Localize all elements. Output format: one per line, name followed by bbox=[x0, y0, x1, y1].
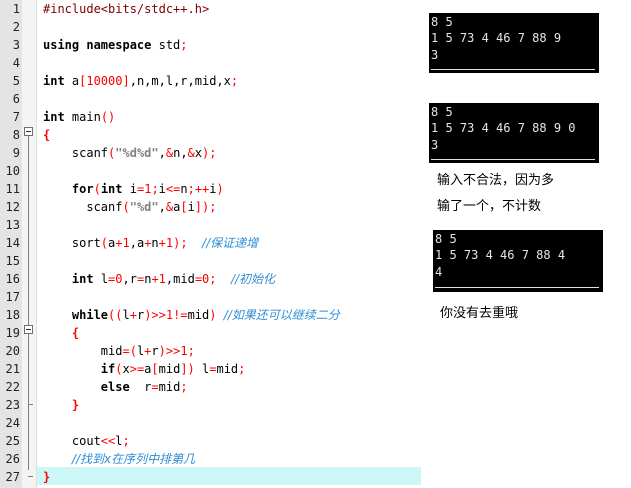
terminal-line: 8 5 bbox=[431, 105, 453, 119]
code-line[interactable]: } bbox=[43, 396, 79, 414]
code-line[interactable]: } bbox=[43, 468, 50, 486]
code-line[interactable]: while((l+r)>>1!=mid) //如果还可以继续二分 bbox=[43, 306, 340, 324]
line-number: 25 bbox=[5, 434, 20, 448]
terminal-line: 4 bbox=[435, 265, 443, 279]
terminal-line: 8 5 bbox=[435, 232, 457, 246]
terminal-line: 3 bbox=[431, 48, 439, 62]
line-number: 16 bbox=[5, 272, 20, 286]
note-no-dedup: 你没有去重哦 bbox=[440, 306, 519, 321]
line-number: 11 bbox=[5, 182, 20, 196]
line-number: 24 bbox=[5, 416, 20, 430]
fold-toggle-main[interactable] bbox=[24, 127, 33, 136]
code-line[interactable]: cout<<l; bbox=[43, 432, 130, 450]
terminal-output-2: 8 5 1 5 73 4 46 7 88 9 0 3 bbox=[429, 103, 599, 163]
code-line[interactable]: for(int i=1;i<=n;++i) bbox=[43, 180, 224, 198]
line-number: 14 bbox=[5, 236, 20, 250]
terminal-line: 1 5 73 4 46 7 88 9 0 bbox=[431, 121, 576, 135]
code-line[interactable]: { bbox=[43, 126, 50, 144]
line-number: 13 bbox=[5, 218, 20, 232]
code-line[interactable]: if(x>=a[mid]) l=mid; bbox=[43, 360, 246, 378]
terminal-line: 1 5 73 4 46 7 88 9 bbox=[431, 31, 562, 45]
terminal-line: 1 5 73 4 46 7 88 4 bbox=[435, 248, 566, 262]
code-line[interactable]: //找到x在序列中排第几 bbox=[43, 450, 195, 468]
line-number: 18 bbox=[5, 308, 20, 322]
line-number: 22 bbox=[5, 380, 20, 394]
line-number: 6 bbox=[12, 92, 20, 106]
terminal-rule bbox=[431, 159, 595, 160]
line-number: 2 bbox=[12, 20, 20, 34]
line-number: 9 bbox=[12, 146, 20, 160]
code-line[interactable]: scanf("%d%d",&n,&x); bbox=[43, 144, 217, 162]
terminal-rule bbox=[435, 287, 599, 288]
line-number: 15 bbox=[5, 254, 20, 268]
code-line[interactable]: int a[10000],n,m,l,r,mid,x; bbox=[43, 72, 238, 90]
code-line[interactable]: mid=(l+r)>>1; bbox=[43, 342, 195, 360]
line-number: 27 bbox=[5, 470, 20, 484]
line-number: 8 bbox=[12, 128, 20, 142]
terminal-output-1: 8 5 1 5 73 4 46 7 88 9 3 bbox=[429, 13, 599, 73]
note-invalid-input-line1: 输入不合法，因为多 bbox=[437, 173, 555, 188]
code-line[interactable]: else r=mid; bbox=[43, 378, 188, 396]
code-line[interactable]: int main() bbox=[43, 108, 115, 126]
line-number: 21 bbox=[5, 362, 20, 376]
code-line[interactable]: using namespace std; bbox=[43, 36, 188, 54]
code-line[interactable]: scanf("%d",&a[i]); bbox=[43, 198, 216, 216]
line-number: 26 bbox=[5, 452, 20, 466]
line-number: 3 bbox=[12, 38, 20, 52]
code-line[interactable]: #include<bits/stdc++.h> bbox=[43, 0, 209, 18]
line-number: 1 bbox=[12, 2, 20, 16]
terminal-line: 3 bbox=[431, 138, 439, 152]
line-number: 7 bbox=[12, 110, 20, 124]
terminal-output-3: 8 5 1 5 73 4 46 7 88 4 4 bbox=[433, 230, 603, 292]
line-number: 12 bbox=[5, 200, 20, 214]
code-editor[interactable]: 1 2 3 4 5 6 7 8 9 10 11 12 13 14 15 16 17 18 19 20 21 22 23 24 2… bbox=[0, 0, 422, 488]
terminal-line: 8 5 bbox=[431, 15, 453, 29]
line-number: 4 bbox=[12, 56, 20, 70]
fold-toggle-while[interactable] bbox=[24, 325, 33, 334]
current-line-highlight bbox=[37, 467, 421, 485]
fold-end-main bbox=[28, 476, 33, 477]
code-line[interactable]: int l=0,r=n+1,mid=0; //初始化 bbox=[43, 270, 275, 288]
line-number: 10 bbox=[5, 164, 20, 178]
fold-margin bbox=[22, 0, 37, 488]
note-invalid-input-line2: 输了一个，不计数 bbox=[437, 199, 542, 214]
line-number: 17 bbox=[5, 290, 20, 304]
fold-guide-main bbox=[28, 136, 29, 470]
line-number: 20 bbox=[5, 344, 20, 358]
fold-end-while bbox=[28, 404, 33, 405]
line-number: 23 bbox=[5, 398, 20, 412]
line-number: 5 bbox=[12, 74, 20, 88]
code-line[interactable]: { bbox=[43, 324, 79, 342]
code-line[interactable]: sort(a+1,a+n+1); //保证递增 bbox=[43, 234, 258, 252]
terminal-rule bbox=[431, 69, 595, 70]
line-number: 19 bbox=[5, 326, 20, 340]
